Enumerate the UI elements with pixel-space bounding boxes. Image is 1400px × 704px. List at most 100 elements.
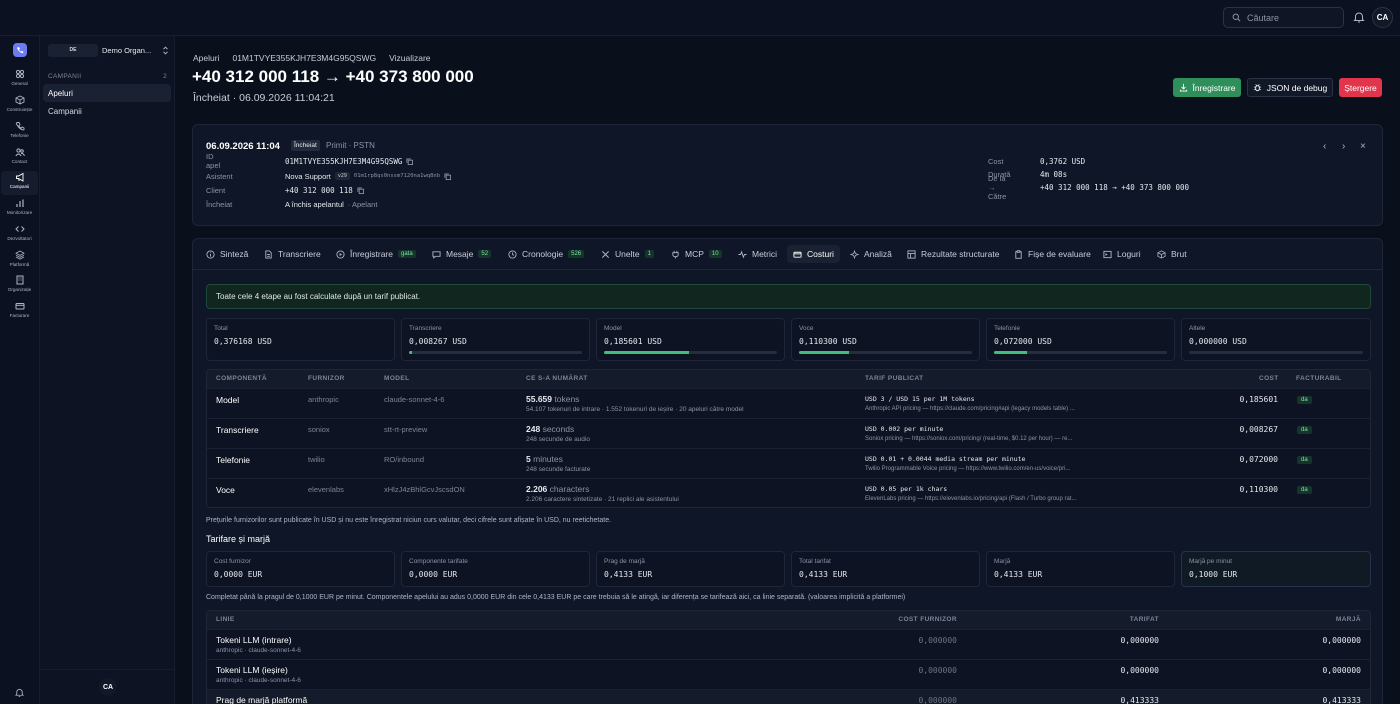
breadcrumb-item[interactable]: 01M1TVYE355KJH7E3M4G95QSWG [232,53,376,63]
sidenav-avatar[interactable]: CA [99,678,117,696]
tab-brut[interactable]: Brut [1151,245,1193,263]
rail-item-construieste[interactable]: Construiește [1,94,38,118]
progress-bar [409,351,582,354]
tab-cronologie[interactable]: Cronologie 526 [502,245,590,263]
tab-costuri[interactable]: Costuri [787,245,840,263]
table-row[interactable]: Prag de marjă platformă 0,000000 0,41333… [207,689,1370,704]
field-value: 4m 08s [1040,169,1068,179]
sidenav-item-campanii[interactable]: Campanii [43,102,171,120]
tab-label: Mesaje [446,249,474,259]
org-switcher[interactable]: DE Demo Organ... [48,43,169,57]
bell-icon[interactable] [1352,10,1366,24]
tab-label: Fișe de evaluare [1028,249,1091,259]
layers-icon [14,250,25,260]
tab-fise-evaluare[interactable]: Fișe de evaluare [1008,245,1097,263]
cell-tariff: USD 0.05 per 1k chars [865,485,948,493]
qty-value: 248 [526,424,541,434]
status-badge: Încheiat [291,140,320,151]
field-value: 0,3762 USD [1040,156,1086,166]
delete-button[interactable]: Ștergere [1339,78,1382,97]
line-cost: 0,000000 [918,696,957,704]
tab-sinteza[interactable]: Sinteză [200,245,254,263]
stat-model: Model 0,185601 USD [596,318,785,361]
tab-mcp[interactable]: MCP 10 [665,245,728,263]
cell-qty: 55.659 tokens [526,394,579,404]
stat-value: 0,072000 USD [994,337,1052,346]
recording-button[interactable]: Înregistrare [1173,78,1241,97]
rail-item-monitorizare[interactable]: Monitorizare [1,197,38,221]
tab-loguri[interactable]: Loguri [1097,245,1147,263]
cell-model: RO/inbound [384,455,425,464]
copy-icon[interactable] [406,157,414,165]
col-header: COST FURNIZOR [898,616,957,623]
rail-item-dezvoltatori[interactable]: Dezvoltatori [1,223,38,247]
breadcrumb-item[interactable]: Apeluri [193,53,219,63]
cell-cost: 0,072000 [1239,455,1278,464]
tab-rezultate-structurate[interactable]: Rezultate structurate [901,245,1005,263]
chevron-right-icon[interactable]: › [1342,141,1345,152]
user-avatar[interactable]: CA [1372,7,1393,28]
tab-label: Loguri [1117,249,1141,259]
stat-label: Voce [799,325,814,332]
stat-value: 0,4133 EUR [604,570,653,579]
col-header: FACTURABIL [1296,375,1342,382]
table-row[interactable]: Tokeni LLM (ieșire) anthropic · claude-s… [207,659,1370,689]
rail-label: Telefonie [10,133,29,138]
tab-mesaje[interactable]: Mesaje 52 [426,245,497,263]
stat-label: Componente tarifate [409,558,468,565]
tab-inregistrare[interactable]: Înregistrare gata [330,245,422,263]
stat-label: Total [214,325,228,332]
stat-value: 0,0000 EUR [214,570,263,579]
stat-marja: Marjă 0,4133 EUR [986,551,1175,587]
table-header: LINIE COST FURNIZOR TARIFAT MARJĂ [207,611,1370,629]
search-input[interactable]: Căutare [1223,7,1344,28]
rail-item-telefonie[interactable]: Telefonie [1,120,38,144]
tab-transcriere[interactable]: Transcriere [258,245,327,263]
qty-value: 5 [526,454,531,464]
stat-value: 0,008267 USD [409,337,467,346]
table-row[interactable]: Transcriere soniox stt-rt-preview 248 se… [207,418,1370,448]
field-value: Nova Support v29 01m1rp8qs0nssm7120na1wq… [285,172,451,181]
sidenav-item-apeluri[interactable]: Apeluri [43,84,171,102]
table-row[interactable]: Voce elevenlabs xHlzJ4zBhlGcvJscsdON 2.2… [207,478,1370,507]
stat-label: Marjă [994,558,1011,565]
stat-label: Telefonie [994,325,1021,332]
qty-unit: seconds [542,424,575,434]
notification-bell-icon[interactable] [14,687,25,698]
stat-prag-marja: Prag de marjă 0,4133 EUR [596,551,785,587]
cell-source: Anthropic API pricing — https://claude.c… [865,406,1075,412]
close-icon[interactable]: × [1360,141,1366,152]
json-debug-button[interactable]: JSON de debug [1247,78,1333,97]
col-header: LINIE [216,616,235,623]
tab-label: Metrici [752,249,778,259]
copy-icon[interactable] [357,186,364,194]
field-value: +40 312 000 118 [285,186,364,195]
table-row[interactable]: Tokeni LLM (intrare) anthropic · claude-… [207,629,1370,659]
tab-unelte[interactable]: Unelte 1 [595,245,660,263]
app-logo-icon[interactable] [13,43,27,57]
section-count: 2 [163,73,167,80]
cell-cost: 0,008267 [1239,425,1278,434]
rail-item-contact[interactable]: Contact [1,146,38,170]
rail-item-facturare[interactable]: Facturare [1,300,38,324]
rail-item-organizatie[interactable]: Organizație [1,274,38,298]
rail-label: Construiește [6,107,33,112]
tab-badge: 1 [644,250,654,258]
json-debug-label: JSON de debug [1266,82,1328,93]
tab-label: Brut [1171,249,1187,259]
table-row[interactable]: Model anthropic claude-sonnet-4-6 55.659… [207,388,1370,418]
table-header: COMPONENTĂ FURNIZOR MODEL CE S-A NUMĂRAT… [207,370,1370,388]
table-row[interactable]: Telefonie twilio RO/inbound 5 minutes 24… [207,448,1370,478]
rail-item-platforma[interactable]: Platformă [1,249,38,273]
credit-card-icon [15,303,24,310]
rail-item-campanii[interactable]: Campanii [1,171,38,195]
tab-metrici[interactable]: Metrici [732,245,783,263]
tab-analiza[interactable]: Analiză [844,245,898,263]
version-chip: v29 [334,172,350,180]
section-header: CAMPANII 2 [48,73,167,80]
copy-icon[interactable] [444,172,451,180]
assistant-name[interactable]: Nova Support [285,172,331,181]
rail-item-general[interactable]: General [1,68,38,92]
chevron-left-icon[interactable]: ‹ [1323,141,1326,152]
qty-value: 55.659 [526,394,552,404]
